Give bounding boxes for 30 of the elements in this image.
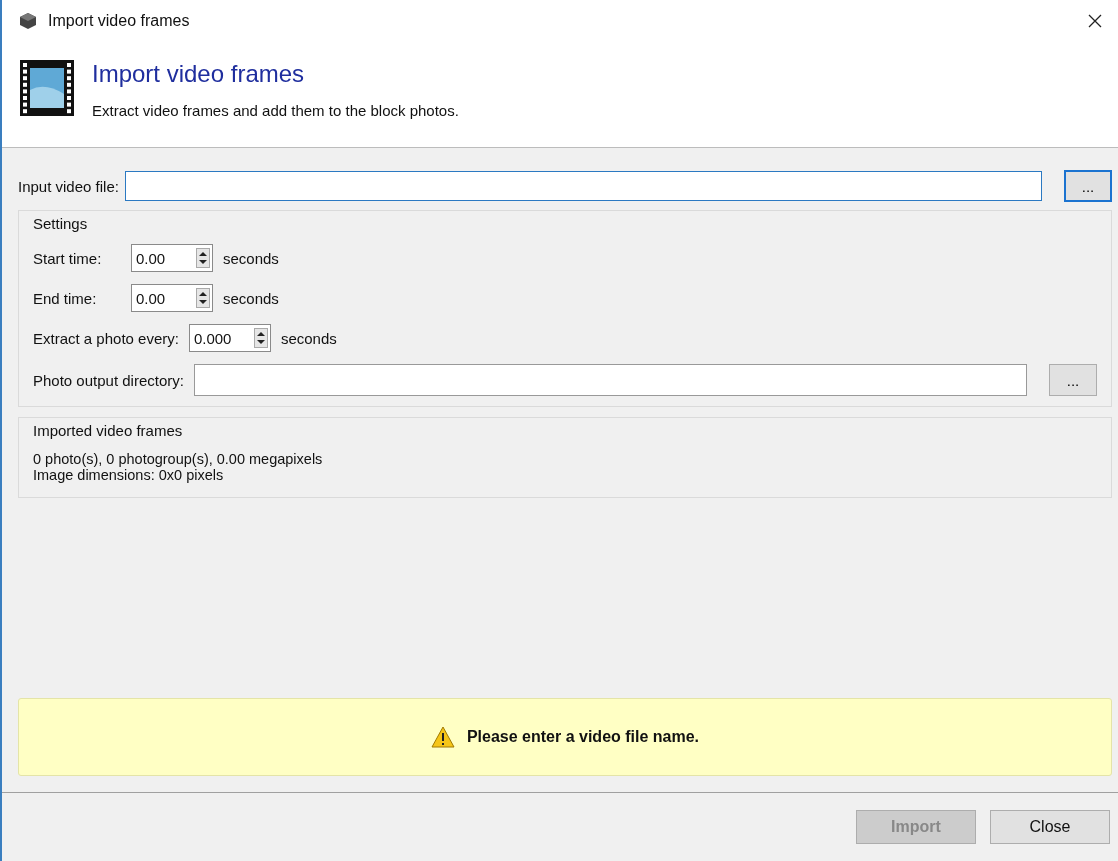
film-strip-icon bbox=[20, 60, 74, 116]
field-label: Photo output directory: bbox=[33, 371, 184, 389]
dialog-description: Extract video frames and add them to the block photos. bbox=[92, 102, 459, 119]
spin-arrows-icon bbox=[253, 328, 268, 348]
cube-icon bbox=[18, 11, 38, 31]
spin-arrows-icon bbox=[196, 248, 210, 268]
field-label: Input video file: bbox=[18, 177, 119, 195]
spin-box[interactable]: 0.00 bbox=[131, 244, 213, 272]
info-text: Image dimensions: 0x0 pixels bbox=[33, 467, 225, 483]
spin-arrows-icon bbox=[196, 288, 210, 308]
info-text: 0 photo(s), 0 photogroup(s), 0.00 megapixels bbox=[33, 451, 324, 467]
field-label: Start time: bbox=[33, 249, 103, 267]
input-field[interactable] bbox=[124, 171, 1042, 201]
browse-button[interactable]: ... bbox=[1064, 170, 1112, 202]
field-label: Extract a photo every: bbox=[33, 329, 179, 347]
unit-label: seconds bbox=[223, 249, 279, 267]
browse-button[interactable]: ... bbox=[1049, 364, 1097, 396]
unit-label: seconds bbox=[280, 329, 337, 347]
spin-box[interactable]: 0.000 bbox=[188, 324, 271, 352]
warning-message: Please enter a video file name. bbox=[466, 728, 700, 746]
group-title: Imported video frames bbox=[33, 422, 184, 439]
dialog-button[interactable]: Close bbox=[990, 810, 1110, 844]
input-field[interactable] bbox=[193, 364, 1027, 396]
spin-box[interactable]: 0.00 bbox=[131, 284, 213, 312]
warning-icon bbox=[430, 726, 455, 748]
dialog-heading: Import video frames bbox=[92, 60, 306, 88]
field-label: End time: bbox=[33, 289, 98, 307]
window-title: Import video frames bbox=[48, 12, 191, 30]
unit-label: seconds bbox=[223, 289, 279, 307]
group-title: Settings bbox=[33, 215, 89, 232]
